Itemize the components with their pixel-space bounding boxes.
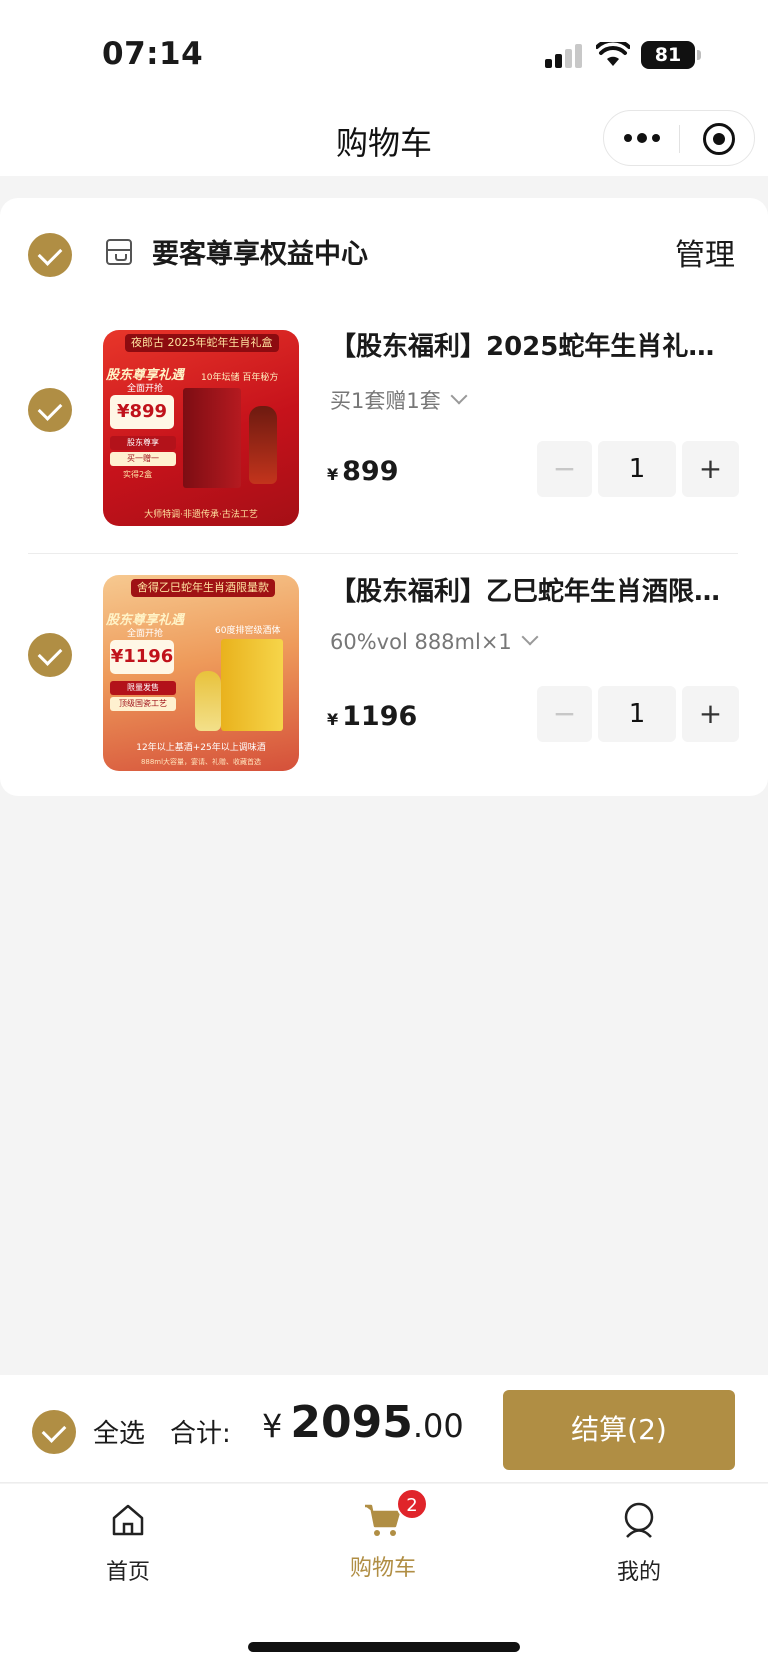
cart-icon-wrap: 2	[363, 1488, 428, 1540]
image-banner: 夜郎古 2025年蛇年生肖礼盒	[125, 334, 279, 352]
tab-mine[interactable]: 我的	[579, 1500, 699, 1586]
cart-item: 舍得乙巳蛇年生肖酒限量款 股东尊享礼遇 全面开抢 ¥1196 限量发售 顶级国瓷…	[0, 533, 768, 778]
decrease-button[interactable]: −	[537, 441, 592, 497]
quantity-value[interactable]: 1	[598, 686, 676, 742]
image-badge: 买一赠一	[110, 452, 176, 466]
currency-symbol: ¥	[327, 465, 339, 484]
checkout-button[interactable]: 结算(2)	[503, 1390, 735, 1470]
image-badge: 顶级国瓷工艺	[110, 697, 176, 711]
status-bar: 07:14 81	[0, 0, 768, 110]
item-spec-label: 买1套赠1套	[330, 389, 441, 413]
close-miniprogram-icon[interactable]	[703, 123, 735, 155]
chevron-down-icon	[521, 628, 539, 646]
total-label: 合计:	[170, 1419, 231, 1449]
image-footer: 大师特调·非遗传承·古法工艺	[144, 510, 258, 520]
status-time: 07:14	[102, 36, 204, 72]
product-image[interactable]: 夜郎古 2025年蛇年生肖礼盒 股东尊享礼遇 全面开抢 ¥899 股东尊享 买一…	[103, 330, 299, 526]
quantity-stepper: − 1 +	[537, 441, 739, 497]
cart-count-badge: 2	[396, 1488, 428, 1520]
store-name: 要客尊享权益中心	[152, 239, 368, 270]
home-icon	[112, 1504, 144, 1536]
manage-button[interactable]: 管理	[675, 230, 735, 274]
cart-item: 夜郎古 2025年蛇年生肖礼盒 股东尊享礼遇 全面开抢 ¥899 股东尊享 买一…	[0, 288, 768, 533]
store-select-checkbox[interactable]	[28, 233, 72, 277]
gift-box-graphic	[183, 388, 241, 488]
image-price: ¥1196	[110, 640, 174, 674]
item-price: ¥1196	[327, 701, 417, 732]
bottle-graphic	[249, 406, 277, 484]
price-value: 899	[342, 456, 399, 487]
item-spec-selector[interactable]: 60%vol 888ml×1	[330, 628, 539, 654]
wifi-icon	[596, 42, 630, 66]
item-price: ¥899	[327, 456, 399, 487]
chevron-down-icon	[450, 387, 468, 405]
gift-box-graphic	[221, 639, 283, 731]
mini-program-capsule	[603, 110, 755, 166]
image-badge: 股东尊享	[110, 436, 176, 450]
item-title[interactable]: 【股东福利】2025蛇年生肖礼盒大师特调	[330, 326, 740, 363]
image-tag-sub: 全面开抢	[127, 629, 164, 639]
tab-label: 我的	[616, 1560, 661, 1585]
image-tag-sub: 全面开抢	[127, 384, 164, 394]
select-all-checkbox[interactable]	[32, 1410, 76, 1454]
quantity-stepper: − 1 +	[537, 686, 739, 742]
item-title[interactable]: 【股东福利】乙巳蛇年生肖酒限量款	[330, 571, 740, 608]
checkout-bar: 全选 合计: ¥2095.00 结算(2)	[0, 1375, 768, 1483]
cart-card: 要客尊享权益中心 管理 夜郎古 2025年蛇年生肖礼盒 股东尊享礼遇 全面开抢 …	[0, 198, 768, 796]
tab-home[interactable]: 首页	[68, 1500, 188, 1586]
more-icon[interactable]	[624, 123, 660, 153]
currency-symbol: ¥	[327, 710, 339, 729]
item-spec-selector[interactable]: 买1套赠1套	[330, 385, 468, 415]
total-integer: 2095	[290, 1397, 413, 1448]
select-all-label[interactable]: 全选	[93, 1413, 145, 1450]
cellular-signal-icon	[545, 44, 585, 68]
image-footer-sub: 888ml大容量，宴请、礼赠、收藏首选	[140, 758, 262, 766]
increase-button[interactable]: +	[682, 441, 739, 497]
image-banner: 舍得乙巳蛇年生肖酒限量款	[131, 579, 275, 597]
item-select-checkbox[interactable]	[28, 388, 72, 432]
store-icon	[106, 239, 132, 265]
tab-cart[interactable]: 2 购物车	[323, 1488, 443, 1582]
battery-icon: 81	[641, 41, 701, 69]
image-badge: 限量发售	[110, 681, 176, 695]
total-decimal: .00	[412, 1407, 464, 1445]
nav-bar: 购物车	[0, 110, 768, 176]
image-badge: 实得2盒	[123, 470, 153, 479]
increase-button[interactable]: +	[682, 686, 739, 742]
tab-label: 购物车	[349, 1556, 416, 1581]
price-value: 1196	[342, 701, 418, 732]
item-select-checkbox[interactable]	[28, 633, 72, 677]
image-promo: 10年坛储 百年秘方	[201, 373, 279, 383]
image-footer: 12年以上基酒+25年以上调味酒	[136, 743, 266, 753]
image-promo: 60度排窖级酒体	[215, 626, 281, 636]
home-indicator	[248, 1642, 520, 1652]
image-price: ¥899	[110, 395, 174, 429]
capsule-divider	[679, 125, 680, 153]
item-spec-label: 60%vol 888ml×1	[330, 630, 512, 654]
bottle-graphic	[195, 671, 221, 731]
product-image[interactable]: 舍得乙巳蛇年生肖酒限量款 股东尊享礼遇 全面开抢 ¥1196 限量发售 顶级国瓷…	[103, 575, 299, 771]
currency-symbol: ¥	[262, 1407, 283, 1445]
user-icon	[624, 1502, 654, 1538]
total-amount: ¥2095.00	[262, 1397, 464, 1448]
decrease-button[interactable]: −	[537, 686, 592, 742]
tab-label: 首页	[105, 1560, 150, 1585]
quantity-value[interactable]: 1	[598, 441, 676, 497]
